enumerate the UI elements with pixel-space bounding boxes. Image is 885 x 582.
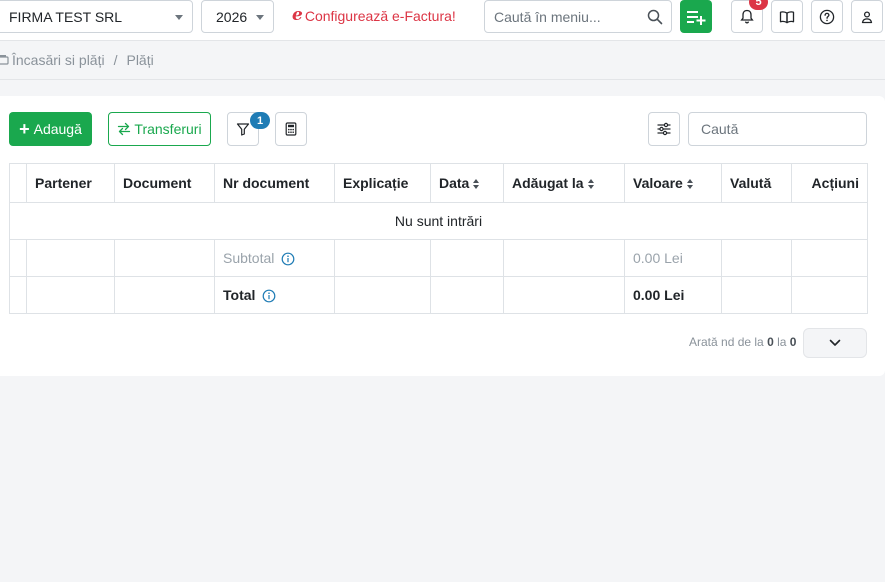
column-header-partener[interactable]: Partener	[26, 163, 115, 203]
column-header-explicatie[interactable]: Explicație	[334, 163, 431, 203]
breadcrumb-item-plati: Plăți	[126, 52, 154, 68]
column-header-nr-document[interactable]: Nr document	[214, 163, 335, 203]
company-select[interactable]: FIRMA TEST SRL	[0, 0, 193, 33]
sort-icon	[587, 179, 594, 190]
pagination-from: 0	[767, 335, 774, 349]
user-icon	[861, 10, 873, 23]
payments-table: Partener Document Nr document Explicație…	[9, 163, 868, 314]
add-button[interactable]: + Adaugă	[9, 112, 92, 146]
docs-button[interactable]	[771, 0, 803, 33]
year-select-value: 2026	[216, 8, 248, 25]
chevron-down-icon	[256, 15, 264, 20]
question-icon	[819, 9, 835, 24]
playlist-add-icon	[687, 10, 706, 25]
select-column-header	[9, 163, 27, 203]
calculator-button[interactable]	[275, 112, 307, 146]
pagination-info: Arată nd de la 0 la 0	[689, 335, 797, 349]
help-button[interactable]	[811, 0, 843, 33]
sort-icon	[473, 179, 480, 190]
column-header-document[interactable]: Document	[114, 163, 215, 203]
subtotal-value: 0.00 Lei	[624, 239, 722, 277]
column-header-valuta[interactable]: Valută	[721, 163, 792, 203]
column-header-data[interactable]: Data	[430, 163, 504, 203]
total-row: Total 0.00 Lei	[9, 276, 868, 314]
column-header-valoare[interactable]: Valoare	[624, 163, 722, 203]
breadcrumb-divider	[0, 79, 885, 80]
top-bar: FIRMA TEST SRL 2026 e Configurează e-Fac…	[0, 0, 885, 41]
info-icon[interactable]	[281, 252, 295, 266]
efactura-logo-icon: e	[292, 5, 303, 25]
table-search-input[interactable]	[689, 113, 859, 145]
breadcrumb: Încasări si plăți / Plăți	[0, 52, 154, 68]
column-header-actiuni: Acțiuni	[791, 163, 868, 203]
company-select-value: FIRMA TEST SRL	[9, 8, 123, 25]
subtotal-row: Subtotal 0.00 Lei	[9, 239, 868, 277]
table-header-row: Partener Document Nr document Explicație…	[9, 163, 868, 203]
efactura-config-link[interactable]: e Configurează e-Factura!	[292, 7, 456, 24]
column-header-adaugat-la[interactable]: Adăugat la	[503, 163, 625, 203]
quick-add-button[interactable]	[680, 0, 712, 33]
plus-icon: +	[19, 119, 30, 139]
sort-icon	[686, 179, 693, 190]
empty-table-message: Nu sunt intrări	[9, 202, 868, 240]
book-icon	[779, 10, 795, 23]
notifications-badge: 5	[749, 0, 768, 10]
filter-count-badge: 1	[250, 112, 270, 129]
filter-icon	[236, 123, 250, 136]
swap-arrows-icon	[118, 122, 131, 136]
sliders-icon	[657, 122, 671, 136]
year-select[interactable]: 2026	[201, 0, 274, 33]
user-menu-button[interactable]	[851, 0, 883, 33]
subtotal-cell: Subtotal	[214, 239, 335, 277]
breadcrumb-item-incasari[interactable]: Încasări si plăți	[12, 52, 105, 68]
total-value: 0.00 Lei	[624, 276, 722, 314]
transfers-button-label: Transferuri	[134, 121, 202, 137]
column-settings-button[interactable]	[648, 112, 680, 146]
chevron-down-icon	[829, 339, 841, 346]
chevron-down-icon	[175, 15, 183, 20]
empty-table-row: Nu sunt intrări	[9, 202, 868, 240]
table-search	[688, 112, 867, 146]
page-size-select[interactable]	[803, 328, 867, 358]
transfers-button[interactable]: Transferuri	[108, 112, 211, 146]
menu-search	[484, 0, 672, 33]
search-icon[interactable]	[647, 9, 663, 25]
subtotal-label: Subtotal	[223, 249, 275, 266]
menu-search-input[interactable]	[485, 1, 635, 32]
efactura-config-label: Configurează e-Factura!	[304, 7, 456, 24]
pagination-to: 0	[789, 335, 797, 349]
calculator-icon	[285, 122, 297, 136]
info-icon[interactable]	[262, 289, 276, 303]
breadcrumb-separator: /	[113, 52, 118, 68]
total-cell: Total	[214, 276, 335, 314]
add-button-label: Adaugă	[33, 121, 82, 137]
total-label: Total	[223, 286, 256, 303]
cash-register-icon	[0, 55, 9, 65]
bell-icon	[740, 9, 754, 24]
